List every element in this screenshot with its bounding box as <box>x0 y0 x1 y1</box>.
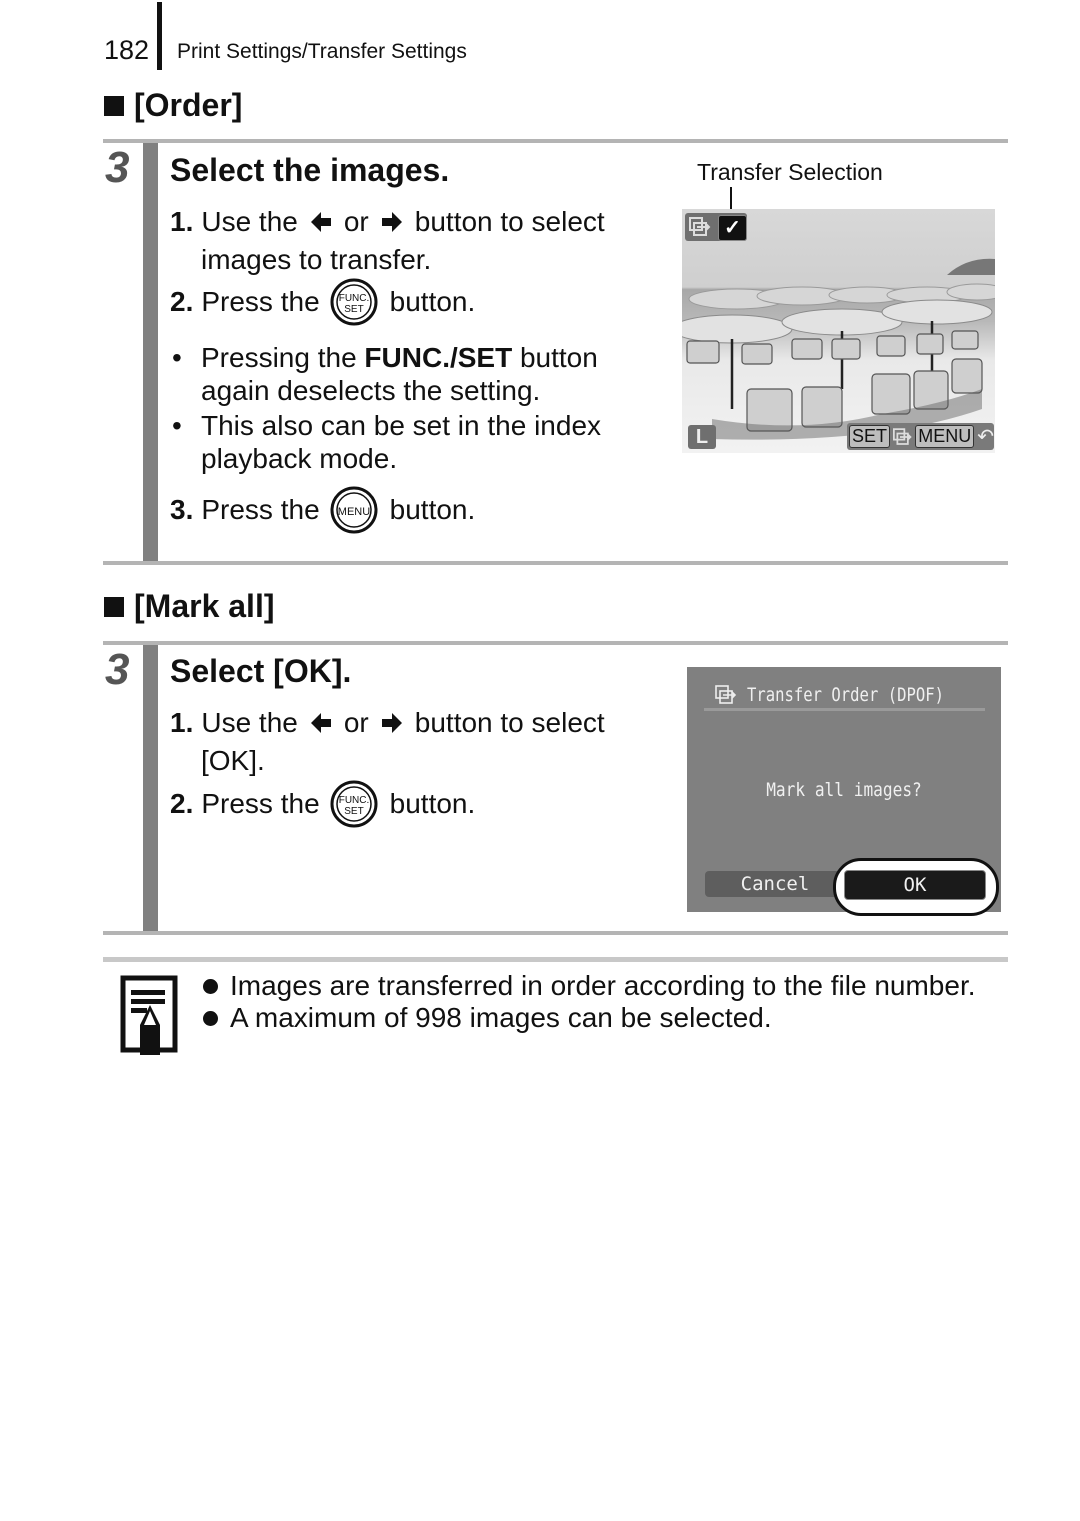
bullet-continuation: again deselects the setting. <box>201 375 541 406</box>
func-set-button-icon: FUNC. SET <box>330 278 378 326</box>
ok-button[interactable]: OK <box>844 870 986 900</box>
left-arrow-button-icon <box>310 212 331 232</box>
step-title: Select the images. <box>170 152 450 188</box>
screen-button-guide: SET MENU ↶ <box>847 423 994 450</box>
item-number: 1. <box>170 707 194 738</box>
dialog-title: Transfer Order (DPOF) <box>747 684 944 706</box>
item-text: button. <box>389 788 476 819</box>
bullet-continuation: playback mode. <box>201 443 398 474</box>
menu-button-icon: MENU <box>330 486 378 534</box>
dialog-title-underline <box>704 708 985 711</box>
step-bottom-rule <box>103 561 1008 565</box>
step-number: 3 <box>105 143 130 192</box>
square-bullet-icon <box>104 96 124 116</box>
instruction-1-continuation: [OK]. <box>201 745 265 776</box>
note-divider <box>103 957 1008 962</box>
section-title-order: [Order] <box>104 87 242 123</box>
section-title-mark-all: [Mark all] <box>104 588 274 624</box>
screen-caption: Transfer Selection <box>697 159 883 185</box>
note-item: A maximum of 998 images can be selected. <box>203 1002 772 1034</box>
item-number: 2. <box>170 788 194 819</box>
item-number: 2. <box>170 286 194 317</box>
note-text: A maximum of 998 images can be selected. <box>230 1002 772 1033</box>
transfer-order-icon <box>715 685 737 704</box>
check-mark-icon: ✓ <box>718 215 747 241</box>
item-text: or <box>343 707 369 738</box>
set-key-label: SET <box>849 425 891 448</box>
transfer-order-icon <box>893 427 912 445</box>
item-text: Press the <box>201 788 320 819</box>
transfer-order-icon <box>689 217 711 236</box>
item-text: Press the <box>201 286 320 317</box>
item-number: 3. <box>170 494 194 525</box>
step-bar <box>143 645 158 932</box>
image-size-icon: L <box>688 425 716 449</box>
svg-text:FUNC.: FUNC. <box>338 293 369 304</box>
running-header-title: Print Settings/Transfer Settings <box>177 40 467 63</box>
item-text: Use the <box>201 707 298 738</box>
item-text: or <box>343 206 369 237</box>
page-number: 182 <box>104 35 150 65</box>
instruction-2: 2. Press the FUNC. SET button. <box>170 780 475 828</box>
step-top-rule <box>103 641 1008 645</box>
cancel-button[interactable]: Cancel <box>705 871 845 897</box>
svg-text:MENU: MENU <box>337 506 369 518</box>
camera-screen-photo: ✓ L SET MENU ↶ <box>682 209 995 453</box>
header-divider <box>157 2 162 70</box>
menu-key-label: MENU <box>915 425 975 448</box>
item-text: Use the <box>201 206 298 237</box>
instruction-1-continuation: images to transfer. <box>201 244 432 275</box>
bullet-text: This also can be set in the index <box>201 410 602 441</box>
camera-screen-dialog: Transfer Order (DPOF) Mark all images? C… <box>687 667 1001 916</box>
step-top-rule <box>103 139 1008 143</box>
item-text: button. <box>389 494 476 525</box>
dialog-message: Mark all images? <box>766 779 922 801</box>
bullet-bold: FUNC./SET <box>364 342 513 373</box>
item-number: 1. <box>170 206 194 237</box>
bullet-1: • Pressing the FUNC./SET button again de… <box>172 341 598 407</box>
svg-text:FUNC.: FUNC. <box>338 795 369 806</box>
section-title-text: [Mark all] <box>134 588 275 624</box>
instruction-2: 2. Press the FUNC. SET button. <box>170 278 475 326</box>
note-item: Images are transferred in order accordin… <box>203 970 976 1002</box>
step-title: Select [OK]. <box>170 653 352 689</box>
bullet-dot: • <box>172 342 182 373</box>
left-arrow-button-icon <box>310 713 331 733</box>
bullet-dot-icon <box>203 978 218 994</box>
instruction-3: 3. Press the MENU button. <box>170 486 475 534</box>
bullet-dot-icon <box>203 1010 218 1026</box>
item-text: button to select <box>414 707 605 738</box>
instruction-1: 1. Use the or button to select <box>170 707 605 739</box>
step-bar <box>143 143 158 561</box>
note-text: Images are transferred in order accordin… <box>230 970 976 1001</box>
instruction-1: 1. Use the or button to select <box>170 206 605 238</box>
bullet-2: • This also can be set in the index play… <box>172 409 601 475</box>
item-text: Press the <box>201 494 320 525</box>
section-title-text: [Order] <box>134 87 243 123</box>
item-text: button. <box>389 286 476 317</box>
transfer-indicator: ✓ <box>685 213 747 241</box>
step-bottom-rule <box>103 931 1008 935</box>
beach-scene-image <box>682 258 995 440</box>
bullet-suffix: button <box>512 342 598 373</box>
right-arrow-button-icon <box>381 212 402 232</box>
func-set-button-icon: FUNC. SET <box>330 780 378 828</box>
svg-text:SET: SET <box>344 304 363 315</box>
bullet-dot: • <box>172 410 182 441</box>
bullet-prefix: Pressing the <box>201 342 365 373</box>
step-number: 3 <box>105 645 130 694</box>
return-icon: ↶ <box>977 425 994 448</box>
item-text: button to select <box>414 206 605 237</box>
square-bullet-icon <box>104 597 124 617</box>
right-arrow-button-icon <box>381 713 402 733</box>
memo-note-icon <box>120 975 178 1055</box>
svg-text:SET: SET <box>344 806 363 817</box>
bullet-text: Pressing the FUNC./SET button <box>201 341 598 374</box>
